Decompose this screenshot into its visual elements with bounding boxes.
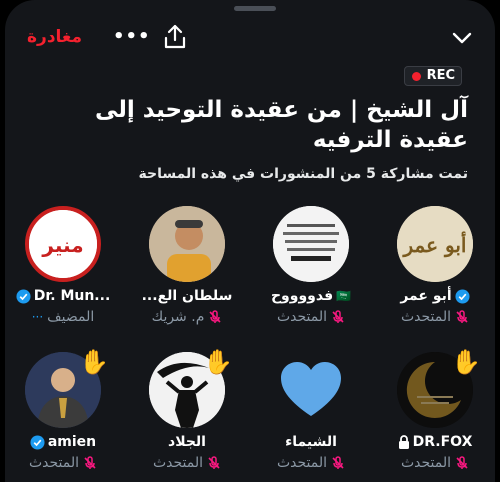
raised-hand-icon: ✋ bbox=[203, 348, 233, 376]
participant-aljallad[interactable]: ✋ الجلاد المتحدث bbox=[127, 346, 247, 471]
participant-dr-fox[interactable]: ✋ DR.FOX المتحدث bbox=[375, 346, 495, 471]
participant-name: الجلاد bbox=[168, 434, 206, 450]
mic-off-icon bbox=[84, 456, 96, 469]
participant-name: DR.FOX bbox=[375, 434, 495, 450]
avatar bbox=[273, 206, 349, 282]
svg-text:أبو عمر: أبو عمر bbox=[402, 231, 467, 258]
participant-name: 🇸🇦 فدووووح bbox=[270, 288, 352, 304]
participant-abu-omar[interactable]: أبو عمر أبو عمر المتحدث bbox=[375, 200, 495, 325]
mic-off-icon bbox=[456, 310, 468, 323]
sheet-grabber[interactable] bbox=[234, 6, 276, 11]
more-options-button[interactable]: ••• bbox=[113, 26, 151, 47]
recording-badge: REC bbox=[403, 66, 462, 86]
participant-amien[interactable]: ✋ amien المتحدث bbox=[5, 346, 123, 471]
chevron-down-icon[interactable] bbox=[451, 28, 473, 48]
space-topbar: مغادرة ••• bbox=[5, 20, 495, 56]
verified-badge-icon bbox=[455, 288, 470, 304]
participant-role: م. شريك bbox=[127, 309, 247, 325]
mic-off-icon bbox=[208, 456, 220, 469]
verified-badge-icon bbox=[30, 434, 45, 450]
svg-text:منير: منير bbox=[41, 233, 83, 257]
participant-role: المتحدث bbox=[251, 455, 371, 471]
raised-hand-icon: ✋ bbox=[79, 348, 109, 376]
verified-badge-icon bbox=[16, 288, 31, 304]
avatar: منير bbox=[25, 206, 101, 282]
share-icon[interactable] bbox=[163, 24, 187, 50]
leave-button[interactable]: مغادرة bbox=[27, 27, 82, 47]
participant-name: الشيماء bbox=[285, 434, 337, 450]
raised-hand-icon: ✋ bbox=[451, 348, 481, 376]
participant-role: المضيف ··· bbox=[31, 309, 95, 325]
mic-off-icon bbox=[456, 456, 468, 469]
participant-fadoooh[interactable]: 🇸🇦 فدووووح المتحدث bbox=[251, 200, 371, 325]
munir-logo: منير bbox=[29, 210, 97, 278]
participant-role: المتحدث bbox=[127, 455, 247, 471]
participant-role: المتحدث bbox=[251, 309, 371, 325]
participant-name: أبو عمر bbox=[375, 288, 495, 304]
participant-dr-munir[interactable]: منير Dr. Mun... المضيف ··· bbox=[5, 200, 123, 325]
participant-name: Dr. Mun... bbox=[5, 288, 123, 304]
saudi-flag-icon: 🇸🇦 bbox=[336, 289, 352, 303]
avatar bbox=[273, 352, 349, 428]
shared-posts-link[interactable]: تمت مشاركة 5 من المنشورات في هذه المساحة bbox=[28, 166, 469, 182]
participant-sultan[interactable]: سلطان الع... م. شريك bbox=[127, 200, 247, 325]
recording-dot-icon bbox=[411, 72, 421, 81]
text-post-image bbox=[273, 206, 349, 282]
participant-role: المتحدث bbox=[5, 455, 123, 471]
person-photo bbox=[149, 206, 225, 282]
space-sheet: مغادرة ••• REC آل الشيخ | من عقيدة التوح… bbox=[5, 0, 495, 482]
avatar: أبو عمر bbox=[397, 206, 473, 282]
participant-role: المتحدث bbox=[375, 309, 495, 325]
blue-heart-icon bbox=[281, 362, 341, 416]
participant-role: المتحدث bbox=[375, 455, 495, 471]
recording-label: REC bbox=[426, 68, 455, 83]
mic-off-icon bbox=[209, 310, 221, 323]
participant-name: amien bbox=[5, 434, 123, 450]
space-title: آل الشيخ | من عقيدة التوحيد إلى عقيدة ال… bbox=[95, 97, 468, 153]
abu-omar-logo: أبو عمر bbox=[397, 206, 473, 282]
participant-name: سلطان الع... bbox=[141, 288, 233, 304]
lock-icon bbox=[398, 435, 409, 449]
avatar bbox=[149, 206, 225, 282]
mic-off-icon bbox=[332, 456, 344, 469]
participant-alshaimaa[interactable]: الشيماء المتحدث bbox=[251, 346, 371, 471]
mic-off-icon bbox=[332, 310, 344, 323]
speaking-dots-icon: ··· bbox=[31, 310, 44, 324]
